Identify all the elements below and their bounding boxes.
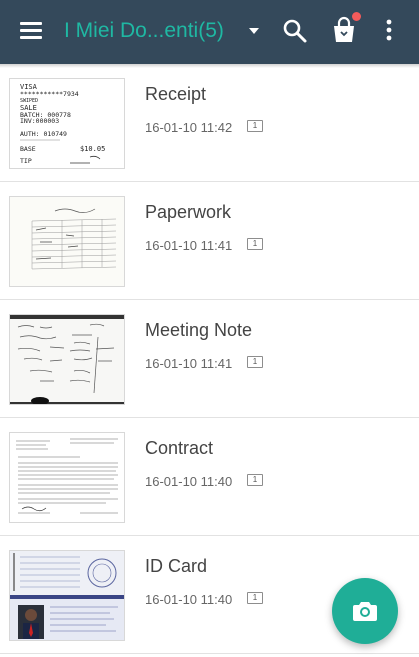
menu-icon[interactable] <box>20 22 42 40</box>
search-icon[interactable] <box>282 18 308 44</box>
id-card-thumbnail <box>9 550 125 641</box>
page-count-badge: 1 <box>247 474 263 486</box>
dropdown-arrow-icon[interactable] <box>249 28 259 34</box>
document-date: 16-01-10 11:41 <box>145 356 233 371</box>
document-item-receipt[interactable]: VISA ***********7934 SWIPED SALE BATCH: … <box>0 64 419 182</box>
document-title: Receipt <box>145 84 207 104</box>
document-item-contract[interactable]: Contract 16-01-10 11:40 1 <box>0 418 419 536</box>
document-date: 16-01-10 11:42 <box>145 120 233 135</box>
document-title: Meeting Note <box>145 320 253 340</box>
document-item-paperwork[interactable]: Paperwork 16-01-10 11:41 1 <box>0 182 419 300</box>
contract-thumbnail <box>9 432 125 523</box>
receipt-line: AUTH: 010749 <box>20 130 67 138</box>
receipt-line: TIP <box>20 157 32 165</box>
document-item-meeting-note[interactable]: Meeting Note 16-01-10 11:41 1 <box>0 300 419 418</box>
document-date: 16-01-10 11:41 <box>145 238 233 253</box>
notification-dot <box>352 12 361 21</box>
page-count-badge: 1 <box>247 238 263 250</box>
camera-icon <box>353 602 377 621</box>
receipt-thumbnail: VISA ***********7934 SWIPED SALE BATCH: … <box>9 78 125 169</box>
receipt-line: BASE <box>20 145 36 153</box>
document-date: 16-01-10 11:40 <box>145 592 233 607</box>
page-count-badge: 1 <box>247 592 263 604</box>
page-count-badge: 1 <box>247 120 263 132</box>
more-vert-icon[interactable] <box>382 18 396 44</box>
meeting-note-thumbnail <box>9 314 125 405</box>
document-date: 16-01-10 11:40 <box>145 474 233 489</box>
app-bar: I Miei Do...enti(5) <box>0 0 419 64</box>
receipt-line: INV:000003 <box>20 117 59 125</box>
receipt-line: $10.05 <box>80 145 105 153</box>
document-title: Paperwork <box>145 202 232 222</box>
receipt-line: ***********7934 <box>20 90 79 98</box>
document-title: ID Card <box>145 556 208 576</box>
page-count-badge: 1 <box>247 356 263 368</box>
paperwork-thumbnail <box>9 196 125 287</box>
camera-fab-button[interactable] <box>332 578 398 644</box>
document-title: Contract <box>145 438 214 458</box>
folder-title[interactable]: I Miei Do...enti(5) <box>64 19 234 43</box>
